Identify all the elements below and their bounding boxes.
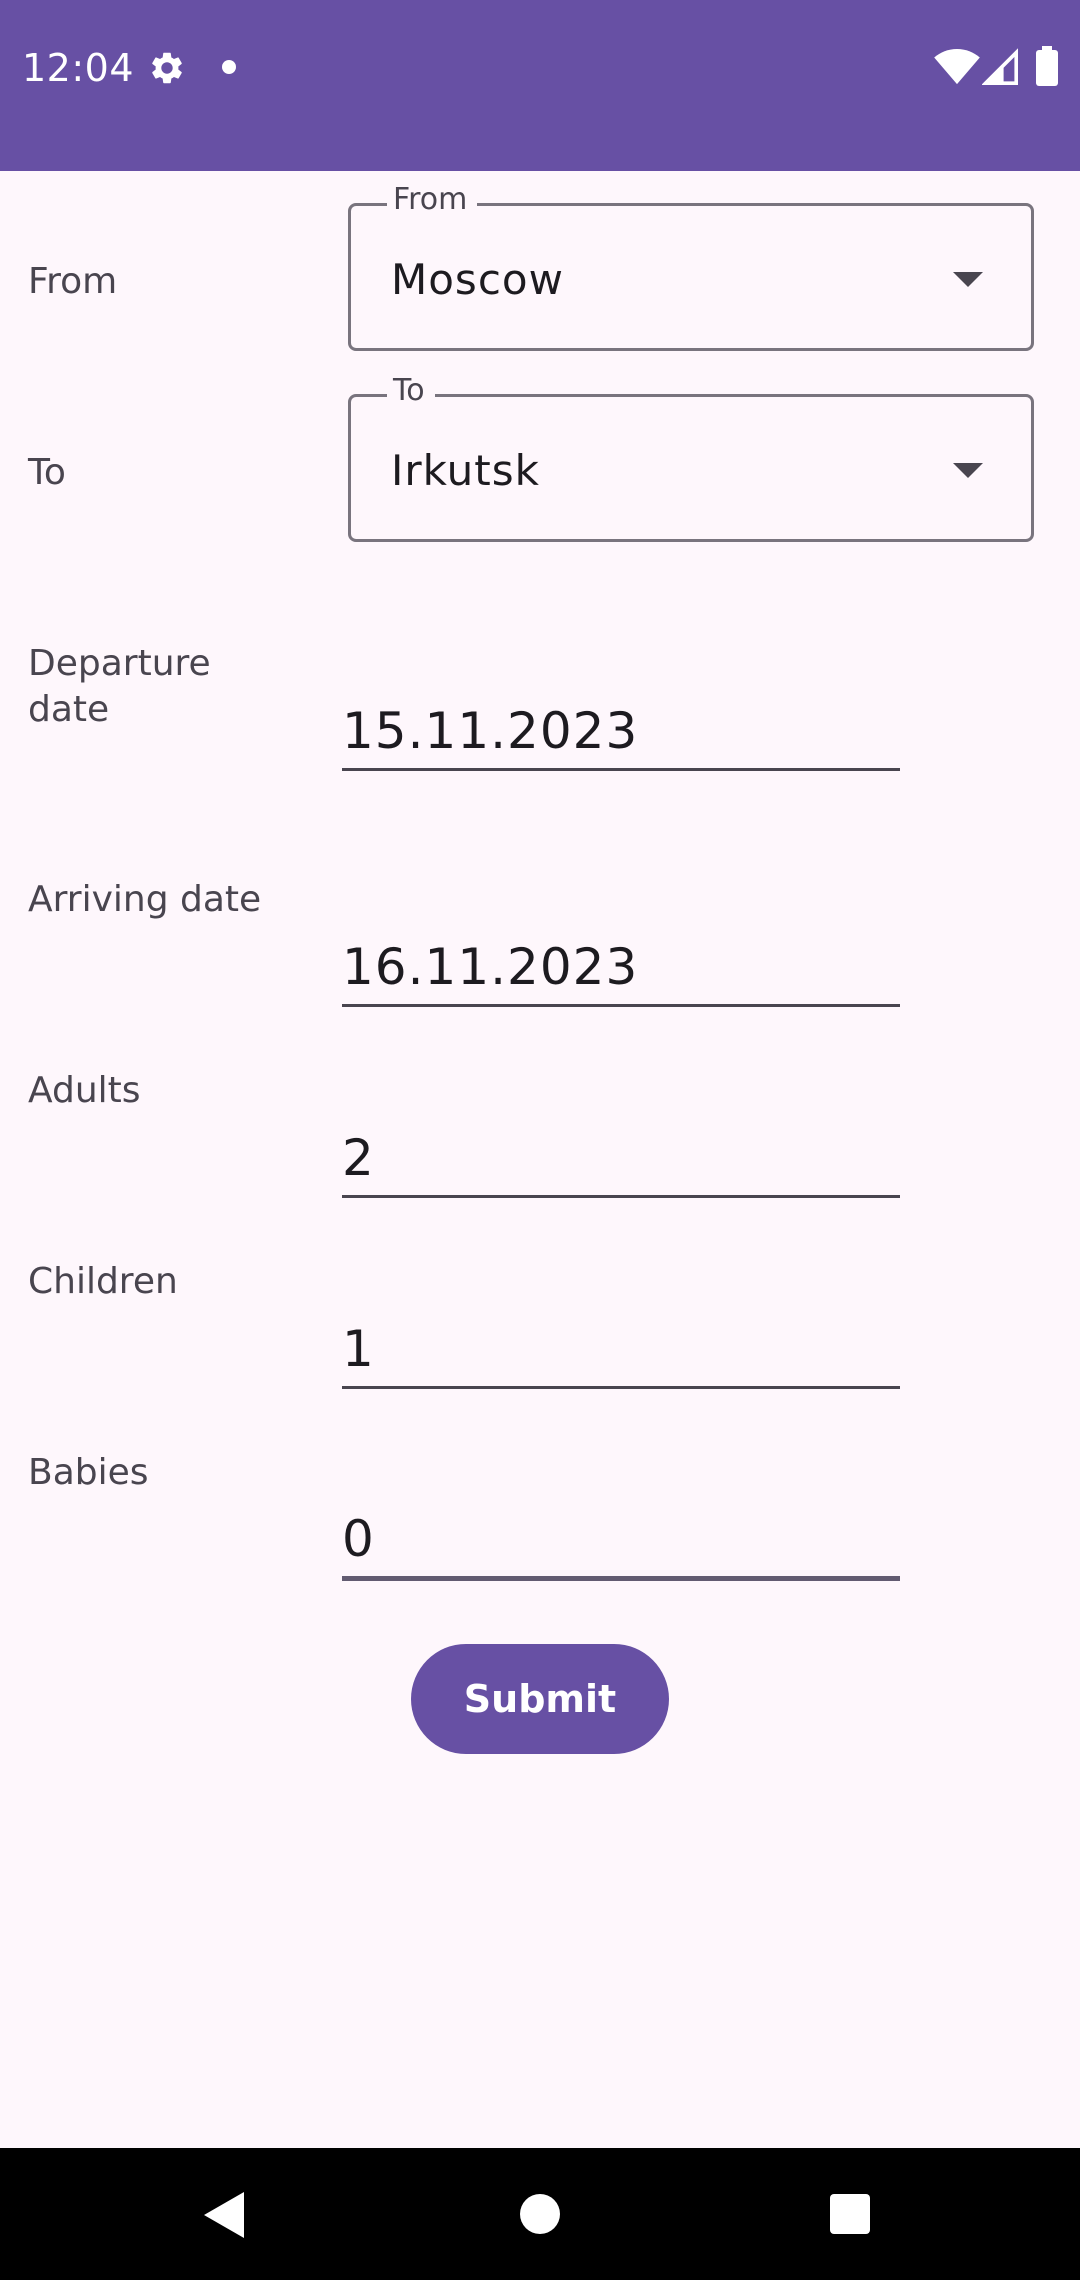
submit-button[interactable]: Submit xyxy=(411,1644,669,1754)
to-dropdown[interactable]: To Irkutsk xyxy=(348,371,1034,542)
from-label: From xyxy=(28,261,118,302)
from-dropdown-legend: From xyxy=(387,180,478,220)
to-dropdown-value: Irkutsk xyxy=(391,446,540,495)
signal-icon xyxy=(982,48,1018,85)
babies-value: 0 xyxy=(342,1510,375,1568)
home-icon[interactable] xyxy=(520,2194,560,2234)
arriving-date-label: Arriving date xyxy=(28,879,262,920)
arriving-date-value: 16.11.2023 xyxy=(342,938,639,996)
to-label: To xyxy=(28,452,66,493)
children-field[interactable]: 1 xyxy=(342,1317,900,1389)
gear-icon xyxy=(152,52,182,84)
arriving-date-field[interactable]: 16.11.2023 xyxy=(342,935,900,1007)
dot-icon xyxy=(222,60,236,74)
battery-icon xyxy=(1036,46,1058,86)
from-dropdown-value: Moscow xyxy=(391,255,564,304)
chevron-down-icon[interactable] xyxy=(953,463,983,478)
back-icon[interactable] xyxy=(204,2192,244,2238)
to-dropdown-legend: To xyxy=(387,371,435,411)
babies-field[interactable]: 0 xyxy=(342,1509,900,1581)
departure-date-label-line1: Departure xyxy=(28,643,211,684)
booking-form: From From Moscow To To Irkutsk Departure… xyxy=(0,171,1080,2148)
adults-field[interactable]: 2 xyxy=(342,1126,900,1198)
babies-label: Babies xyxy=(28,1452,149,1493)
chevron-down-icon[interactable] xyxy=(953,272,983,287)
navigation-bar xyxy=(0,2148,1080,2280)
departure-date-label: Departure date xyxy=(28,641,211,733)
from-dropdown[interactable]: From Moscow xyxy=(348,180,1034,351)
adults-value: 2 xyxy=(342,1129,375,1187)
departure-date-field[interactable]: 15.11.2023 xyxy=(342,699,900,771)
children-value: 1 xyxy=(342,1320,375,1378)
departure-date-label-line2: date xyxy=(28,689,110,730)
adults-label: Adults xyxy=(28,1070,141,1111)
wifi-icon xyxy=(934,48,980,85)
recents-icon[interactable] xyxy=(830,2194,870,2234)
status-bar: 12:04 xyxy=(0,0,1080,171)
departure-date-value: 15.11.2023 xyxy=(342,702,639,760)
children-label: Children xyxy=(28,1261,178,1302)
status-time: 12:04 xyxy=(22,46,135,90)
